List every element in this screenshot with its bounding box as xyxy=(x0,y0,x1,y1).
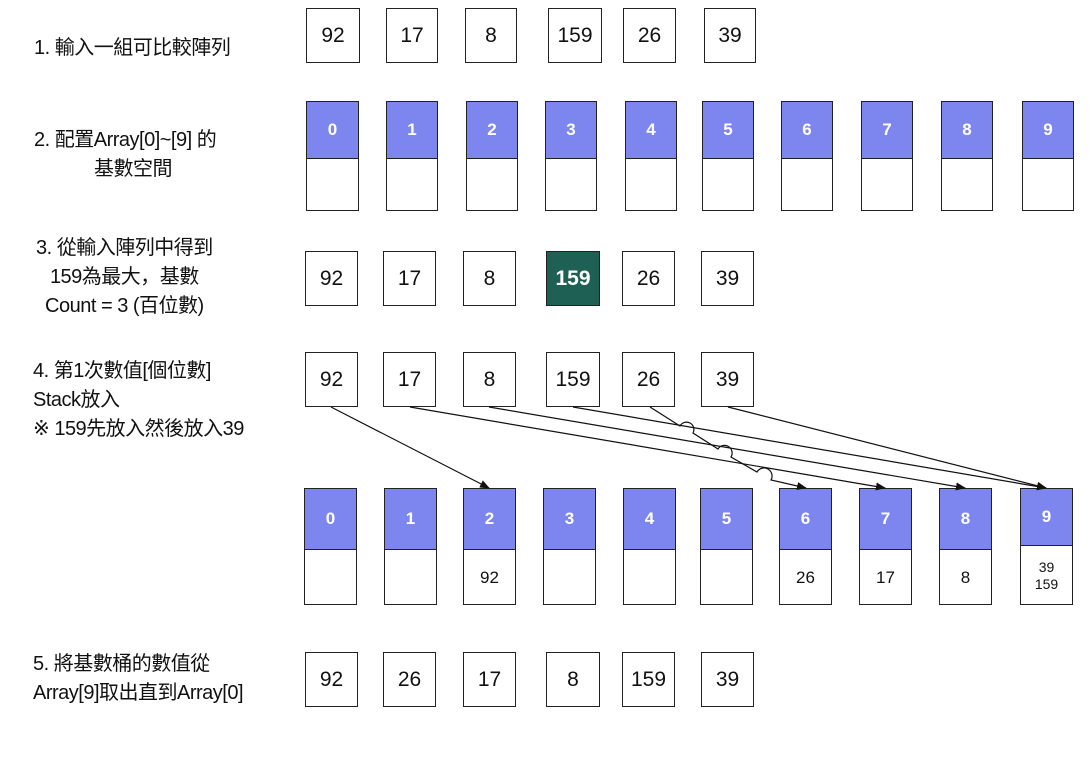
arrow-39-to-9 xyxy=(727,406,1047,490)
arrow-92-to-2 xyxy=(330,406,490,489)
distribution-arrows xyxy=(330,406,1047,491)
arrow-8-to-8 xyxy=(488,406,966,491)
